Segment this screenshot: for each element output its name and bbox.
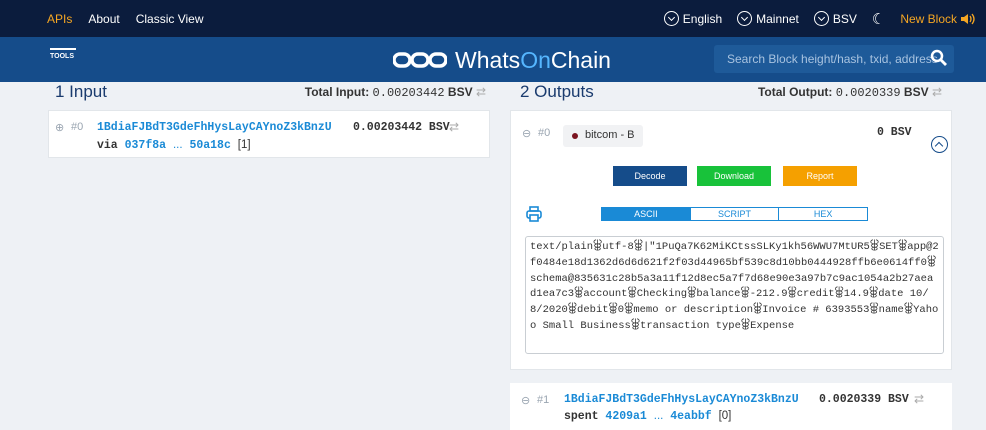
script-view-tabs: ASCII SCRIPT HEX <box>601 207 868 221</box>
total-input: Total Input: 0.00203442 BSV ⇄ <box>304 85 486 100</box>
total-output: Total Output: 0.0020339 BSV ⇄ <box>757 85 942 100</box>
output-spent: spent 4209a1 ... 4eabbf [0] <box>564 410 732 423</box>
tab-ascii[interactable]: ASCII <box>602 208 690 220</box>
main-nav: TOOLS WhatsOnChain Search Block height/h… <box>0 37 986 82</box>
classic-view-link[interactable]: Classic View <box>136 12 204 26</box>
output-index: #1 <box>537 394 550 406</box>
output-index: #0 <box>538 127 551 139</box>
output-row-1: ⊖ #1 1BdiaFJBdT3GdeFhHysLayCAYnoZ3kBnzU … <box>510 383 952 430</box>
search-input[interactable]: Search Block height/hash, txid, address <box>714 45 954 73</box>
input-index: #0 <box>71 121 84 133</box>
input-amount: 0.00203442 BSV <box>353 121 450 134</box>
language-dropdown[interactable]: English <box>663 11 723 26</box>
tools-label: TOOLS <box>50 53 74 60</box>
coin-label: BSV <box>832 11 857 26</box>
menu-icon <box>50 48 76 50</box>
speaker-icon <box>961 13 975 24</box>
new-block-label: New Block <box>900 11 957 26</box>
brand[interactable]: WhatsOnChain <box>393 45 611 75</box>
inputs-title: 1 Input <box>55 82 107 101</box>
top-links: APIs About Classic View <box>47 0 204 37</box>
search-icon[interactable] <box>930 49 948 67</box>
moon-icon: ☾ <box>871 10 886 28</box>
decode-button[interactable]: Decode <box>613 166 687 186</box>
top-controls: English Mainnet BSV ☾ New Block <box>663 0 976 37</box>
output-address-link[interactable]: 1BdiaFJBdT3GdeFhHysLayCAYnoZ3kBnzU <box>564 393 799 406</box>
outputs-header: 2 Outputs Total Output: 0.0020339 BSV ⇄ <box>510 82 952 107</box>
new-block-toggle[interactable]: New Block <box>900 12 976 26</box>
inputs-header: 1 Input Total Input: 0.00203442 BSV ⇄ <box>48 82 490 107</box>
collapse-icon[interactable] <box>931 136 948 153</box>
brand-name: WhatsOnChain <box>455 46 611 73</box>
tools-menu-button[interactable]: TOOLS <box>50 48 80 60</box>
tab-script[interactable]: SCRIPT <box>689 208 779 220</box>
outputs-title: 2 Outputs <box>520 82 594 101</box>
top-bar: APIs About Classic View English Mainnet … <box>0 0 986 37</box>
chevron-down-icon <box>813 11 829 26</box>
input-address-link[interactable]: 1BdiaFJBdT3GdeFhHysLayCAYnoZ3kBnzU <box>97 121 332 134</box>
output-arrow-icon: ⊖ <box>521 395 531 407</box>
output-row-0: ⊖ #0 bitcom - B 0 BSV Decode Download Re… <box>510 110 952 370</box>
input-arrow-icon: ⊕ <box>55 122 65 134</box>
input-row: ⊕ #0 1BdiaFJBdT3GdeFhHysLayCAYnoZ3kBnzU … <box>48 110 490 158</box>
network-label: Mainnet <box>756 11 799 26</box>
download-button[interactable]: Download <box>697 166 771 186</box>
script-textarea[interactable]: text/plain⯚utf-8⯚|"1PuQa7K62MiKCtssSLKy1… <box>525 236 944 354</box>
output-amount: 0 BSV <box>877 126 912 139</box>
chevron-down-icon <box>737 11 753 26</box>
report-button[interactable]: Report <box>783 166 857 186</box>
print-icon[interactable] <box>526 206 542 222</box>
tab-hex[interactable]: HEX <box>778 208 867 220</box>
dark-mode-toggle[interactable]: ☾ <box>872 10 885 28</box>
input-source: via 037f8a ... 50a18c [1] <box>97 139 251 152</box>
network-dropdown[interactable]: Mainnet <box>737 11 799 26</box>
apis-link[interactable]: APIs <box>47 12 72 26</box>
swap-icon[interactable]: ⇄ <box>932 85 942 99</box>
spent-tx-link[interactable]: 4209a1 ... 4eabbf <box>605 410 711 423</box>
whatsonchain-logo-icon <box>393 52 447 68</box>
output-amount: 0.0020339 BSV <box>819 393 909 406</box>
input-tx-link[interactable]: 037f8a ... 50a18c <box>125 139 231 152</box>
swap-icon[interactable]: ⇄ <box>449 120 459 134</box>
output-arrow-icon: ⊖ <box>522 128 532 140</box>
language-label: English <box>682 11 723 26</box>
output-type-badge: bitcom - B <box>563 125 643 147</box>
coin-dropdown[interactable]: BSV <box>813 11 857 26</box>
chevron-down-icon <box>663 11 679 26</box>
search-placeholder: Search Block height/hash, txid, address <box>727 52 938 66</box>
swap-icon[interactable]: ⇄ <box>476 85 486 99</box>
swap-icon[interactable]: ⇄ <box>914 392 924 406</box>
about-link[interactable]: About <box>88 12 119 26</box>
